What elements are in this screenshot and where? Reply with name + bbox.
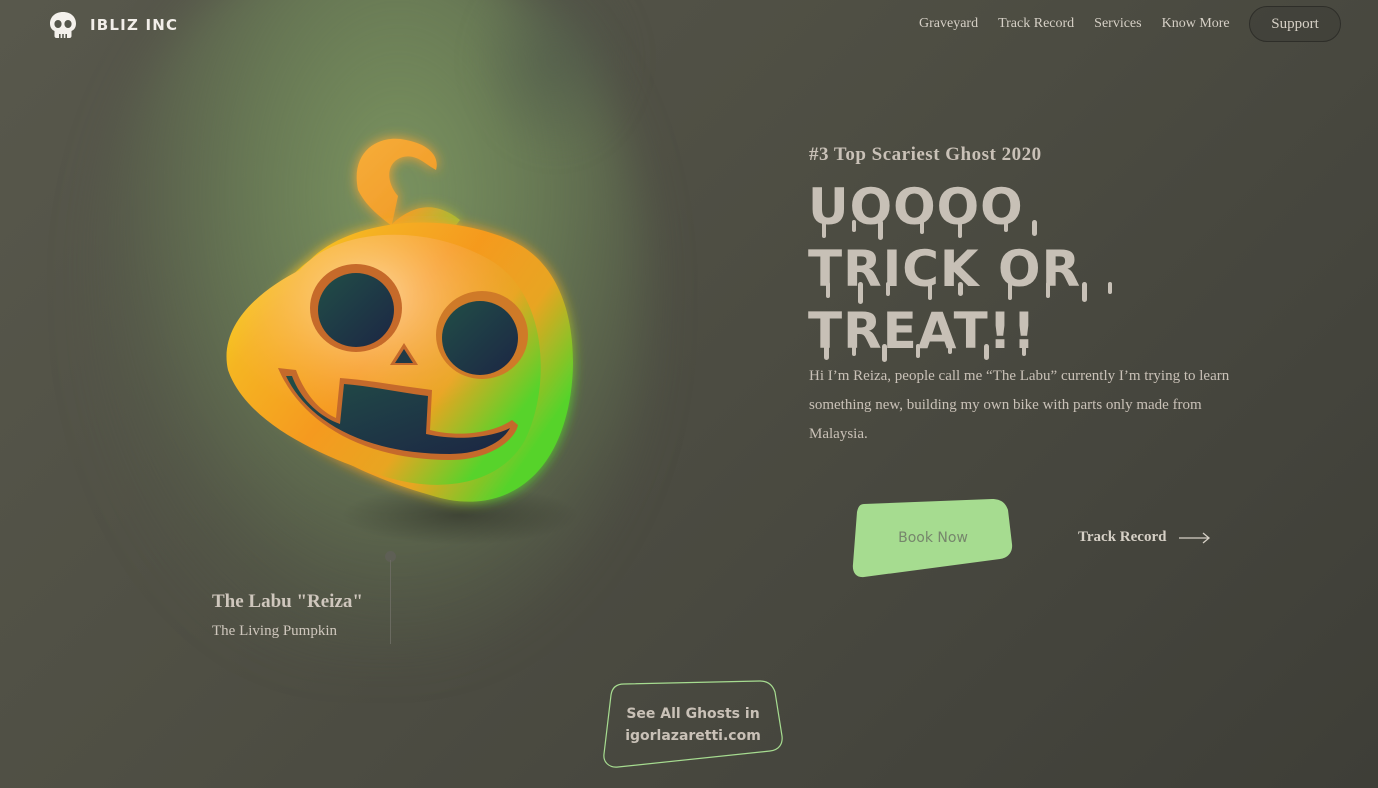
see-all-ghosts-line-2: igorlazaretti.com: [625, 728, 761, 744]
character-subtitle: The Living Pumpkin: [212, 623, 337, 639]
hero-eyebrow: #3 Top Scariest Ghost 2020: [809, 144, 1042, 165]
book-now-button[interactable]: Book Now: [852, 498, 1014, 578]
skull-icon: [50, 12, 76, 38]
caption-line: [390, 560, 391, 644]
headline-line-1: UOOOO: [808, 178, 1024, 236]
nav-link-services[interactable]: Services: [1094, 16, 1141, 32]
nav-link-track-record[interactable]: Track Record: [998, 16, 1074, 32]
track-record-link[interactable]: Track Record: [1078, 529, 1212, 546]
brand-name: IBLIZ INC: [90, 16, 179, 34]
track-record-label: Track Record: [1078, 529, 1167, 545]
nav-link-know-more[interactable]: Know More: [1162, 16, 1230, 32]
support-button[interactable]: Support: [1249, 6, 1341, 42]
book-now-label: Book Now: [898, 530, 968, 546]
nav-link-graveyard[interactable]: Graveyard: [919, 16, 978, 32]
hero-headline: UOOOO TRICK OR TREAT!!: [808, 176, 1238, 362]
pumpkin-illustration: [226, 138, 573, 502]
see-all-ghosts-button[interactable]: See All Ghosts in igorlazaretti.com: [602, 680, 784, 770]
hero-description: Hi I’m Reiza, people call me “The Labu” …: [809, 368, 1230, 442]
headline-line-3: TREAT!!: [808, 302, 1037, 360]
see-all-ghosts-line-1: See All Ghosts in: [626, 706, 760, 722]
headline-line-2: TRICK OR: [808, 240, 1082, 298]
arrow-right-icon: [1179, 532, 1211, 543]
brand-logo[interactable]: IBLIZ INC: [48, 10, 178, 40]
main-nav: Graveyard Track Record Services Know Mor…: [919, 16, 1230, 32]
character-name: The Labu "Reiza": [212, 591, 363, 612]
